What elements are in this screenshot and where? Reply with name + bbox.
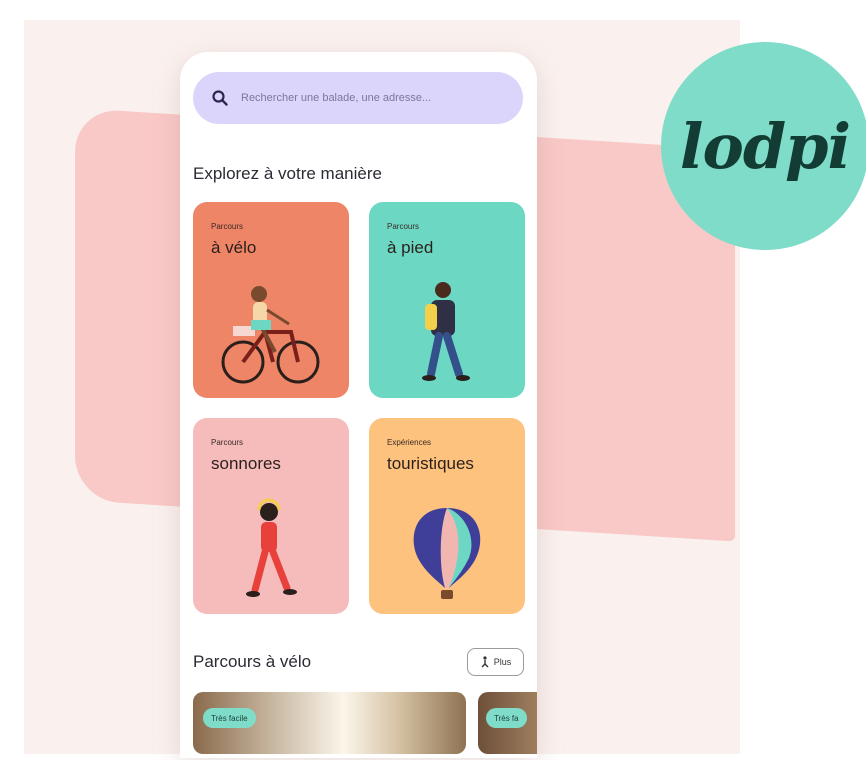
route-card[interactable]: Très facile bbox=[193, 692, 466, 754]
headphones-walker-illustration bbox=[246, 498, 297, 597]
phone-screen: Explorez à votre manière Parcours à vélo… bbox=[180, 52, 537, 758]
difficulty-badge: Très facile bbox=[203, 708, 256, 728]
route-card[interactable]: Très fa bbox=[478, 692, 537, 754]
card-sonnores[interactable]: Parcours sonnores bbox=[193, 418, 349, 614]
search-icon bbox=[212, 90, 228, 106]
lodpi-logo: lodpi bbox=[661, 42, 866, 250]
hot-air-balloon-illustration bbox=[413, 508, 481, 599]
card-velo[interactable]: Parcours à vélo bbox=[193, 202, 349, 398]
logo-text: lodpi bbox=[679, 109, 851, 183]
card-pied[interactable]: Parcours à pied bbox=[369, 202, 525, 398]
routes-section-title: Parcours à vélo bbox=[193, 652, 312, 671]
search-bar[interactable] bbox=[193, 72, 523, 124]
explore-section-title: Explorez à votre manière bbox=[193, 164, 382, 183]
walker-illustration bbox=[422, 282, 470, 381]
plus-button-label: Plus bbox=[493, 657, 512, 667]
card-touristiques[interactable]: Expériences touristiques bbox=[369, 418, 525, 614]
difficulty-badge: Très fa bbox=[486, 708, 527, 728]
cyclist-illustration bbox=[221, 286, 320, 384]
search-input[interactable] bbox=[241, 92, 511, 104]
plus-button[interactable]: Plus bbox=[467, 648, 524, 676]
cyclist-icon bbox=[481, 656, 489, 668]
